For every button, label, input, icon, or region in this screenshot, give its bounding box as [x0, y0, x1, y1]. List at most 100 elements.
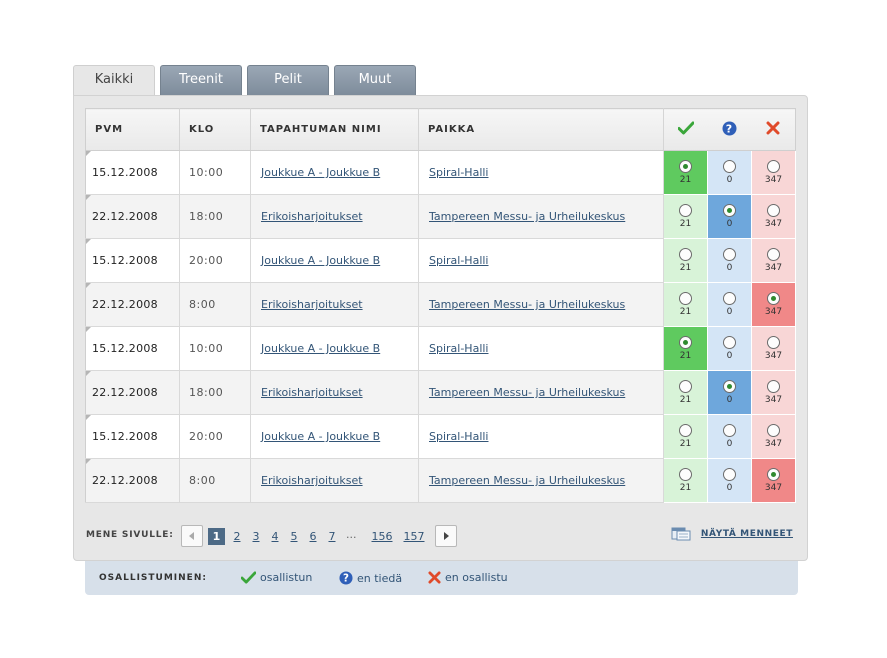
- event-link[interactable]: Erikoisharjoitukset: [261, 298, 363, 311]
- question-icon: ?: [339, 571, 353, 585]
- place-link[interactable]: Spiral-Halli: [429, 166, 489, 179]
- vote-no-radio[interactable]: [767, 336, 780, 349]
- tab-muut[interactable]: Muut: [334, 65, 416, 96]
- place-link[interactable]: Spiral-Halli: [429, 254, 489, 267]
- vote-yes-count: 21: [679, 395, 692, 405]
- cell-date: 15.12.2008: [85, 414, 180, 459]
- event-link[interactable]: Joukkue A - Joukkue B: [261, 430, 380, 443]
- vote-maybe[interactable]: 0: [707, 414, 752, 459]
- page-link-1[interactable]: 1: [208, 528, 225, 545]
- page-link-5[interactable]: 5: [289, 528, 299, 545]
- page-link-7[interactable]: 7: [327, 528, 337, 545]
- vote-no[interactable]: 347: [751, 194, 796, 239]
- tab-pelit[interactable]: Pelit: [247, 65, 329, 96]
- vote-no[interactable]: 347: [751, 282, 796, 327]
- cell-date: 22.12.2008: [85, 194, 180, 239]
- event-link[interactable]: Joukkue A - Joukkue B: [261, 166, 380, 179]
- vote-yes-radio[interactable]: [679, 204, 692, 217]
- vote-yes-radio[interactable]: [679, 248, 692, 261]
- vote-no[interactable]: 347: [751, 238, 796, 283]
- vote-no[interactable]: 347: [751, 326, 796, 371]
- page-link-3[interactable]: 3: [251, 528, 261, 545]
- vote-maybe[interactable]: 0: [707, 194, 752, 239]
- vote-yes-radio[interactable]: [679, 336, 692, 349]
- vote-maybe-count: 0: [726, 439, 733, 449]
- vote-no-count: 347: [764, 175, 783, 185]
- tab-kaikki[interactable]: Kaikki: [73, 65, 155, 97]
- show-past-link[interactable]: NÄYTÄ MENNEET: [701, 529, 793, 539]
- place-link[interactable]: Spiral-Halli: [429, 342, 489, 355]
- vote-yes[interactable]: 21: [663, 414, 708, 459]
- vote-maybe-count: 0: [726, 219, 733, 229]
- vote-maybe-radio[interactable]: [723, 204, 736, 217]
- vote-no-radio[interactable]: [767, 424, 780, 437]
- vote-maybe[interactable]: 0: [707, 370, 752, 415]
- place-link[interactable]: Tampereen Messu- ja Urheilukeskus: [429, 386, 625, 399]
- page-link-157[interactable]: 157: [402, 528, 426, 545]
- vote-no-radio[interactable]: [767, 380, 780, 393]
- vote-maybe[interactable]: 0: [707, 282, 752, 327]
- vote-maybe-radio[interactable]: [723, 336, 736, 349]
- next-page-button[interactable]: [435, 525, 457, 547]
- cell-event: Erikoisharjoitukset: [250, 370, 419, 415]
- vote-no[interactable]: 347: [751, 150, 796, 195]
- vote-no-radio[interactable]: [767, 292, 780, 305]
- page-link-6[interactable]: 6: [308, 528, 318, 545]
- vote-maybe[interactable]: 0: [707, 458, 752, 503]
- vote-maybe-radio[interactable]: [723, 468, 736, 481]
- vote-yes-radio[interactable]: [679, 380, 692, 393]
- vote-yes[interactable]: 21: [663, 458, 708, 503]
- vote-maybe[interactable]: 0: [707, 150, 752, 195]
- vote-no[interactable]: 347: [751, 458, 796, 503]
- cell-time: 10:00: [179, 326, 251, 371]
- prev-page-button[interactable]: [181, 525, 203, 547]
- vote-no-radio[interactable]: [767, 160, 780, 173]
- vote-maybe-radio[interactable]: [723, 160, 736, 173]
- vote-no-radio[interactable]: [767, 248, 780, 261]
- vote-maybe-radio[interactable]: [723, 292, 736, 305]
- event-link[interactable]: Joukkue A - Joukkue B: [261, 254, 380, 267]
- vote-no-radio[interactable]: [767, 468, 780, 481]
- tab-treenit[interactable]: Treenit: [160, 65, 242, 96]
- place-link[interactable]: Spiral-Halli: [429, 430, 489, 443]
- place-link[interactable]: Tampereen Messu- ja Urheilukeskus: [429, 298, 625, 311]
- vote-yes[interactable]: 21: [663, 370, 708, 415]
- vote-maybe-radio[interactable]: [723, 424, 736, 437]
- vote-yes-radio[interactable]: [679, 292, 692, 305]
- place-link[interactable]: Tampereen Messu- ja Urheilukeskus: [429, 474, 625, 487]
- event-link[interactable]: Erikoisharjoitukset: [261, 210, 363, 223]
- vote-maybe-radio[interactable]: [723, 248, 736, 261]
- legend-yes: osallistun: [240, 571, 312, 584]
- vote-maybe[interactable]: 0: [707, 238, 752, 283]
- vote-yes-radio[interactable]: [679, 468, 692, 481]
- table-row: 15.12.2008 10:00 Joukkue A - Joukkue B Spir…: [85, 150, 796, 195]
- page-link-2[interactable]: 2: [232, 528, 242, 545]
- vote-yes[interactable]: 21: [663, 194, 708, 239]
- page-link-4[interactable]: 4: [270, 528, 280, 545]
- vote-maybe-radio[interactable]: [723, 380, 736, 393]
- vote-no[interactable]: 347: [751, 414, 796, 459]
- check-icon: [240, 571, 257, 584]
- vote-no-radio[interactable]: [767, 204, 780, 217]
- vote-no[interactable]: 347: [751, 370, 796, 415]
- vote-yes[interactable]: 21: [663, 238, 708, 283]
- vote-yes[interactable]: 21: [663, 326, 708, 371]
- event-link[interactable]: Joukkue A - Joukkue B: [261, 342, 380, 355]
- vote-yes[interactable]: 21: [663, 150, 708, 195]
- column-header-date: PVM: [85, 108, 180, 151]
- place-link[interactable]: Tampereen Messu- ja Urheilukeskus: [429, 210, 625, 223]
- event-link[interactable]: Erikoisharjoitukset: [261, 386, 363, 399]
- vote-maybe[interactable]: 0: [707, 326, 752, 371]
- vote-yes-radio[interactable]: [679, 160, 692, 173]
- check-icon: [677, 121, 695, 135]
- show-past-events[interactable]: NÄYTÄ MENNEET: [671, 526, 793, 544]
- vote-yes[interactable]: 21: [663, 282, 708, 327]
- event-link[interactable]: Erikoisharjoitukset: [261, 474, 363, 487]
- vote-yes-count: 21: [679, 307, 692, 317]
- cell-place: Tampereen Messu- ja Urheilukeskus: [418, 458, 664, 503]
- cell-time: 20:00: [179, 414, 251, 459]
- vote-yes-radio[interactable]: [679, 424, 692, 437]
- page-link-156[interactable]: 156: [370, 528, 394, 545]
- events-table: PVM KLO TAPAHTUMAN NIMI PAIKKA ? 15.12.2…: [85, 108, 796, 503]
- legend-label: OSALLISTUMINEN:: [99, 573, 207, 583]
